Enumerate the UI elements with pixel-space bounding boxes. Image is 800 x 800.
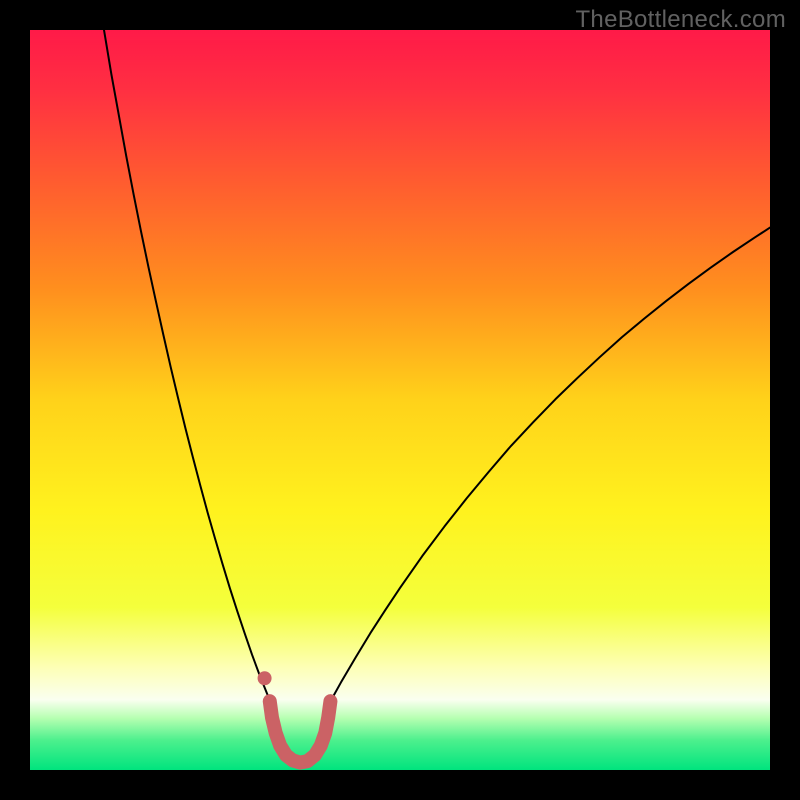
chart-background <box>30 30 770 770</box>
marker-dot <box>258 671 272 685</box>
chart-frame <box>30 30 770 770</box>
watermark-text: TheBottleneck.com <box>575 6 786 34</box>
bottleneck-chart <box>30 30 770 770</box>
